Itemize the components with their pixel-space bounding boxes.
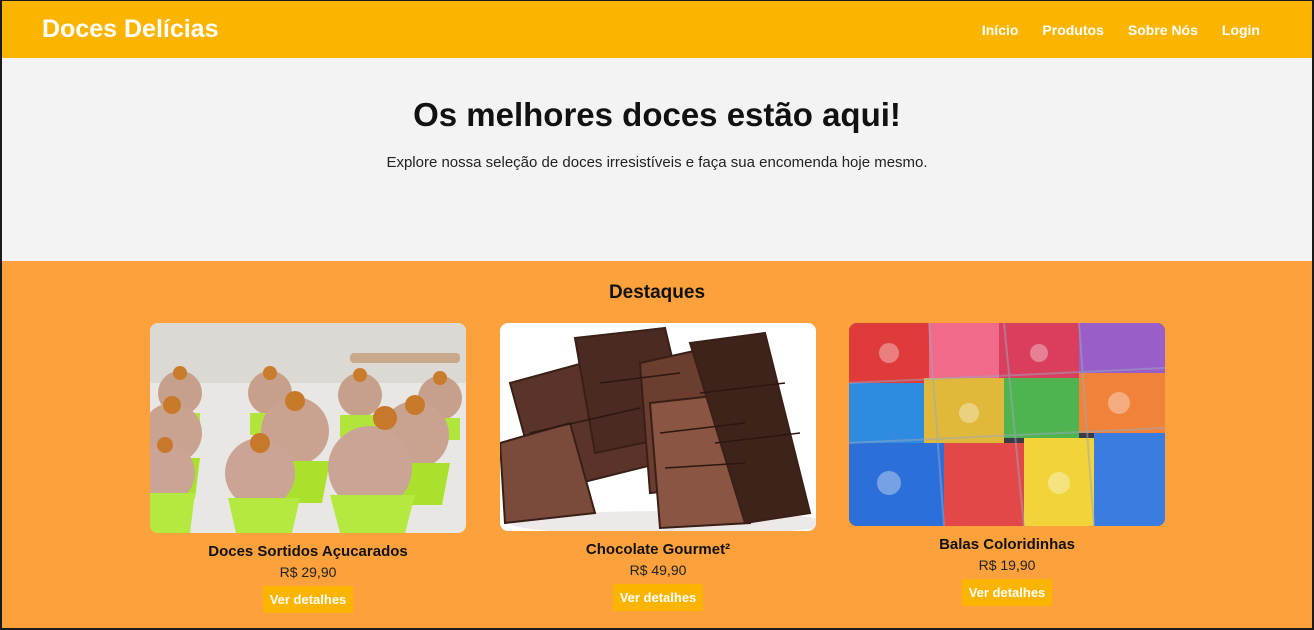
product-card: Balas Coloridinhas R$ 19,90 Ver detalhes [849,323,1165,606]
nav-link-login[interactable]: Login [1222,22,1260,38]
product-image-balas-coloridinhas[interactable] [849,323,1165,526]
product-price: R$ 29,90 [279,564,337,580]
product-price: R$ 19,90 [978,557,1036,573]
featured-section: Destaques Doces Sortidos Açucarados R$ 2… [2,261,1312,628]
page-frame: Doces Delícias Início Produtos Sobre Nós… [0,0,1314,630]
product-price: R$ 49,90 [629,562,687,578]
featured-title: Destaques [608,282,706,303]
view-details-button[interactable]: Ver detalhes [612,584,704,611]
brand-logo[interactable]: Doces Delícias [42,15,219,44]
hero-section: Os melhores doces estão aqui! Explore no… [2,58,1312,261]
nav-link-sobre-nos[interactable]: Sobre Nós [1128,22,1198,38]
nav-link-produtos[interactable]: Produtos [1042,22,1103,38]
product-image-chocolate-gourmet[interactable] [500,323,816,531]
view-details-button[interactable]: Ver detalhes [961,579,1053,606]
nav-link-inicio[interactable]: Início [982,22,1019,38]
product-image-doces-sortidos[interactable] [150,323,466,533]
nav-links: Início Produtos Sobre Nós Login [982,22,1260,38]
hero-title: Os melhores doces estão aqui! [413,96,901,133]
product-name: Chocolate Gourmet² [585,541,731,558]
navbar: Doces Delícias Início Produtos Sobre Nós… [2,1,1312,58]
view-details-button[interactable]: Ver detalhes [262,586,354,613]
product-name: Doces Sortidos Açucarados [208,543,408,560]
product-card: Doces Sortidos Açucarados R$ 29,90 Ver d… [150,323,466,613]
product-card: Chocolate Gourmet² R$ 49,90 Ver detalhes [500,323,816,611]
product-name: Balas Coloridinhas [939,536,1075,553]
hero-subtitle: Explore nossa seleção de doces irresistí… [386,154,928,171]
